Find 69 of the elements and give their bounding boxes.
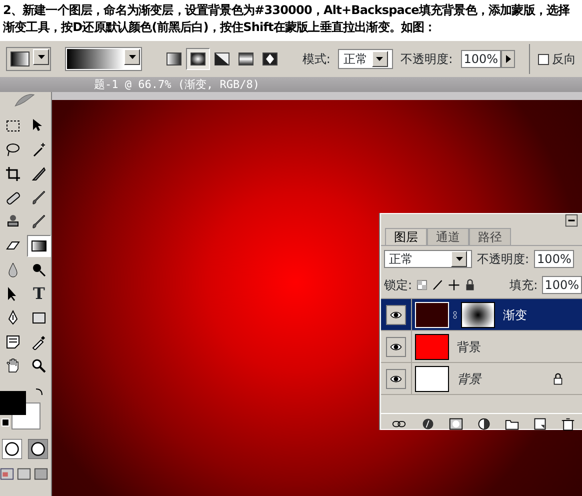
- layer-name: 背景: [457, 338, 481, 356]
- angle-gradient-icon: [213, 51, 232, 67]
- note-tool-icon[interactable]: [5, 334, 21, 350]
- caret-icon: [38, 55, 44, 59]
- wand-tool-icon[interactable]: [31, 142, 47, 158]
- quick-mask-icon[interactable]: [28, 439, 48, 459]
- mode-dropdown[interactable]: 正常: [338, 49, 393, 69]
- diamond-gradient-icon: [261, 51, 280, 67]
- knife-tool-icon[interactable]: [31, 166, 47, 182]
- opacity-field[interactable]: 100%: [534, 250, 574, 268]
- radial-gradient-button[interactable]: [186, 48, 210, 70]
- layer-row[interactable]: 背景: [381, 363, 582, 395]
- reflected-gradient-icon: [237, 51, 256, 67]
- standard-mode-icon[interactable]: [2, 439, 22, 459]
- brush-lock-icon[interactable]: [432, 279, 444, 291]
- gradient-bar[interactable]: [65, 47, 142, 71]
- caret-icon: [376, 57, 384, 61]
- brush-tool-icon[interactable]: [31, 190, 47, 206]
- arrow-button[interactable]: [501, 50, 515, 68]
- zoom-tool-icon[interactable]: [31, 358, 47, 374]
- folder-icon[interactable]: [505, 417, 519, 431]
- brush-tool-icon[interactable]: [31, 214, 47, 230]
- linear-gradient-icon: [165, 51, 184, 67]
- text-tool[interactable]: T: [27, 283, 51, 305]
- marquee-tool-icon[interactable]: [5, 118, 21, 134]
- lock-label: 锁定:: [384, 277, 412, 294]
- reverse-checkbox[interactable]: [538, 54, 549, 64]
- trash-icon[interactable]: [561, 417, 575, 431]
- layer-row[interactable]: 渐变: [381, 299, 582, 331]
- eyedropper-tool-icon[interactable]: [31, 334, 47, 350]
- caption-text: 2、新建一个图层，命名为渐变层，设置背景色为#330000，Alt+Backspace填充背景色，添加蒙版，选择渐变工具，按D还原默认颜色(前黑后白)，按住Shift在蒙版上垂直拉出渐变。如图：: [2, 2, 571, 36]
- blend-mode-dropdown[interactable]: 正常: [384, 250, 472, 268]
- caret-icon: [128, 55, 136, 59]
- rectangle-tool-icon[interactable]: [31, 310, 47, 326]
- mode-label: 模式:: [302, 51, 330, 68]
- play-arrow-icon: [506, 55, 510, 63]
- adjustment-icon[interactable]: [477, 417, 491, 431]
- layer-name: 渐变: [503, 306, 527, 324]
- lasso-tool-icon[interactable]: [5, 142, 21, 158]
- document-title: 题-1 @ 66.7% (渐变, RGB/8): [0, 77, 582, 92]
- move-lock-icon[interactable]: [448, 279, 460, 291]
- radial-gradient-icon: [189, 51, 208, 67]
- caret-icon: [456, 257, 462, 261]
- new-layer-icon[interactable]: [533, 417, 547, 431]
- lock-icon[interactable]: [464, 279, 476, 291]
- reverse-label: 反向: [552, 51, 576, 68]
- panel-tab[interactable]: 图层: [385, 228, 427, 245]
- gradient-swatch-icon: [8, 49, 32, 69]
- hand-tool-icon[interactable]: [5, 358, 21, 374]
- minimize-icon[interactable]: [565, 214, 578, 227]
- checker-lock-icon[interactable]: [416, 279, 428, 291]
- tool-preset-picker[interactable]: [6, 47, 51, 71]
- fill-field[interactable]: 100%: [542, 276, 582, 294]
- opacity-field[interactable]: 100%: [460, 50, 501, 68]
- panel-tab[interactable]: 路径: [469, 228, 511, 245]
- window-mode-icon[interactable]: [0, 467, 14, 481]
- opacity-label: 不透明度:: [400, 51, 453, 68]
- crop-tool-icon[interactable]: [5, 166, 21, 182]
- fill-label: 填充:: [510, 277, 538, 294]
- gradient-tool-icon[interactable]: [31, 238, 47, 254]
- screen-mode-icon[interactable]: [17, 467, 31, 481]
- screen-mode-icon[interactable]: [34, 467, 48, 481]
- style-icon[interactable]: [421, 417, 435, 431]
- opacity-label: 不透明度:: [477, 251, 530, 268]
- mask-icon[interactable]: [449, 417, 463, 431]
- panel-tab[interactable]: 通道: [427, 228, 469, 245]
- burn-tool-icon[interactable]: [31, 262, 47, 278]
- layer-name: 背景: [457, 370, 481, 388]
- layer-row[interactable]: 背景: [381, 331, 582, 363]
